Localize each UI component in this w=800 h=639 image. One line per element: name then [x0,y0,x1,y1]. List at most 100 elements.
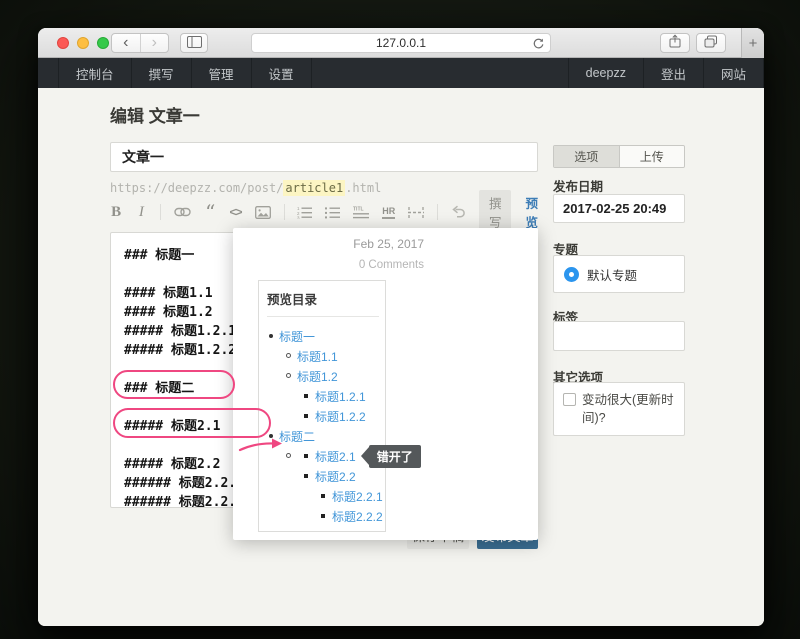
toc-divider [267,316,379,317]
toc-item: 标题1.2.1 [267,386,379,406]
preview-comments-count: 0 Comments [359,259,424,271]
toc-link[interactable]: 标题二 [279,428,315,445]
italic-icon[interactable]: I [135,203,147,221]
square-bullet-icon [304,454,308,458]
reload-icon[interactable] [532,37,545,53]
topic-option-label: 默认专题 [587,265,637,284]
back-button[interactable]: ‹ [112,34,140,52]
square-bullet-icon [321,494,325,498]
disc-bullet-icon [269,434,273,438]
nav-item-username[interactable]: deepzz [568,58,644,88]
browser-window: ‹ › 127.0.0.1 [38,28,764,626]
toc-link[interactable]: 标题1.1 [297,348,338,365]
other-options-panel: 变动很大(更新时间)? [553,382,685,436]
major-change-checkbox[interactable] [563,393,576,406]
toc-item: 标题2.2.1 [267,486,379,506]
horizontal-rule-icon[interactable]: HR [382,206,395,219]
tabs-icon [704,35,718,52]
heading-icon[interactable]: TITL [353,203,369,221]
undo-icon[interactable] [451,203,466,221]
toolbar-divider [437,204,438,220]
sidebar-tabs: 选项 上传 [553,145,685,168]
square-bullet-icon [304,394,308,398]
toolbar-divider [160,204,161,220]
circle-bullet-icon [286,453,291,458]
toc-link[interactable]: 标题1.2 [297,368,338,385]
code-icon[interactable]: <> [229,203,241,221]
sidebar-icon [187,35,202,52]
nav-item-console[interactable]: 控制台 [58,58,132,88]
tags-input[interactable] [553,321,685,351]
toc-link[interactable]: 标题2.2 [315,468,356,485]
url-slug: article1 [283,180,345,196]
svg-text:TITL: TITL [353,206,364,212]
editor-toolbar: B I “ <> 123 TITL [110,200,538,224]
nav-item-site[interactable]: 网站 [704,58,764,88]
tooltip-text: 错开了 [369,445,421,468]
address-text: 127.0.0.1 [376,36,426,50]
toc-item: 标题2.2.2 [267,506,379,526]
nav-item-settings[interactable]: 设置 [252,58,312,88]
page-break-icon[interactable] [408,203,424,221]
ordered-list-icon[interactable]: 123 [297,203,312,221]
url-prefix: https://deepzz.com/post/ [110,181,283,195]
toc-link[interactable]: 标题一 [279,328,315,345]
toc-link[interactable]: 标题2.2.1 [332,488,383,505]
address-bar[interactable]: 127.0.0.1 [251,33,551,53]
page-content: 编辑 文章一 https://deepzz.com/post/article1.… [38,88,764,626]
bold-icon[interactable]: B [110,203,122,221]
toc-link[interactable]: 标题2.1 [315,448,356,465]
new-tab-button[interactable]: + [741,28,764,58]
toc-item: 标题一 [267,326,379,346]
minimize-window-button[interactable] [77,37,89,49]
post-title-input[interactable] [110,142,538,172]
toc-item: 标题1.2 [267,366,379,386]
plus-icon: + [749,35,758,52]
app-navbar: 控制台 撰写 管理 设置 deepzz 登出 网站 [38,58,764,88]
screen: ‹ › 127.0.0.1 [0,0,800,639]
circle-bullet-icon [286,373,291,378]
publish-date-input[interactable] [553,194,685,223]
url-suffix: .html [345,181,381,195]
post-url-preview: https://deepzz.com/post/article1.html [110,181,381,195]
image-icon[interactable] [255,203,271,221]
navbar-spacer [312,58,568,88]
toc-item: 标题2.2 [267,466,379,486]
toc-item: 标题二 [267,426,379,446]
forward-button[interactable]: › [140,34,169,52]
toc-item-misaligned: 标题2.1 错开了 [267,446,379,466]
square-bullet-icon [321,514,325,518]
toc-link[interactable]: 标题2.2.2 [332,508,383,525]
topic-radio-selected[interactable] [564,267,579,282]
nav-item-logout[interactable]: 登出 [644,58,704,88]
nav-item-manage[interactable]: 管理 [192,58,252,88]
zoom-window-button[interactable] [97,37,109,49]
share-icon [669,34,681,52]
close-window-button[interactable] [57,37,69,49]
share-button[interactable] [660,33,690,53]
tab-options[interactable]: 选项 [554,146,619,167]
disc-bullet-icon [269,334,273,338]
annotation-tooltip: 错开了 [361,445,421,468]
square-bullet-icon [304,414,308,418]
link-icon[interactable] [174,203,191,221]
toc-item: 标题1.2.2 [267,406,379,426]
tab-overview-button[interactable] [696,33,726,53]
browser-titlebar: ‹ › 127.0.0.1 [38,28,764,58]
preview-popup: Feb 25, 2017 0 Comments 预览目录 标题一 标题1.1 标… [233,228,538,540]
toc-title: 预览目录 [267,289,379,308]
page-title: 编辑 文章一 [110,102,200,127]
nav-item-write[interactable]: 撰写 [132,58,192,88]
tab-upload[interactable]: 上传 [619,146,685,167]
topic-panel: 默认专题 [553,255,685,293]
tooltip-arrow-icon [361,447,369,465]
toolbar-divider [284,204,285,220]
sidebar-toggle-button[interactable] [180,33,208,53]
square-bullet-icon [304,474,308,478]
unordered-list-icon[interactable] [325,203,340,221]
preview-mode-button[interactable]: 预览 [525,193,538,231]
toc-link[interactable]: 标题1.2.1 [315,388,366,405]
toc-link[interactable]: 标题1.2.2 [315,408,366,425]
blockquote-icon[interactable]: “ [204,203,216,221]
publish-date-label: 发布日期 [553,176,603,195]
